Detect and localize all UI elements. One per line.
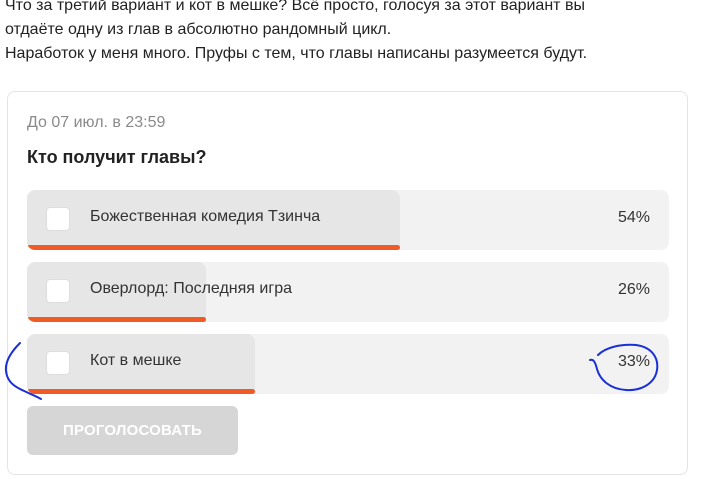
poll-option-checkbox[interactable]	[46, 279, 70, 303]
poll-option[interactable]: Оверлорд: Последняя игра 26%	[27, 262, 669, 322]
poll-option-label: Оверлорд: Последняя игра	[90, 280, 292, 297]
poll-option-label: Кот в мешке	[90, 352, 182, 369]
poll-option-result-bar	[27, 245, 400, 250]
poll-option[interactable]: Кот в мешке 33%	[27, 334, 669, 394]
poll-option-percent: 54%	[617, 209, 650, 226]
post-text-line: Что за третий вариант и кот в мешке? Всё…	[5, 0, 585, 14]
poll-option-result-bar	[27, 317, 207, 322]
poll-option-checkbox[interactable]	[46, 207, 70, 231]
poll-option-percent: 33%	[617, 353, 650, 370]
poll-option-percent: 26%	[617, 281, 650, 298]
vote-button[interactable]: ПРОГОЛОСОВАТЬ	[27, 406, 238, 455]
post-text-line: отдаёте одну из глав в абсолютно рандомн…	[5, 21, 392, 38]
poll-deadline: До 07 июл. в 23:59	[27, 114, 166, 131]
poll-option-label: Божественная комедия Тзинча	[90, 208, 321, 225]
poll-option-checkbox[interactable]	[46, 351, 70, 375]
poll-card: До 07 июл. в 23:59 Кто получит главы? Бо…	[7, 91, 688, 475]
poll-option[interactable]: Божественная комедия Тзинча 54%	[27, 190, 669, 250]
poll-question: Кто получит главы?	[27, 147, 207, 167]
post-text: Что за третий вариант и кот в мешке? Всё…	[5, 0, 695, 66]
post-text-line: Наработок у меня много. Пруфы с тем, что…	[5, 45, 588, 62]
poll-option-result-bar	[27, 389, 255, 394]
